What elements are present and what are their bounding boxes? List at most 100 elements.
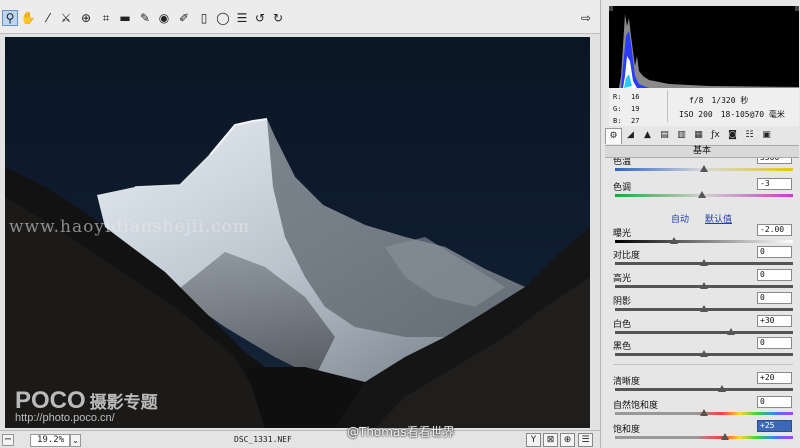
section-title-basic: 基本 [605, 145, 799, 158]
shadows-label: 阴影 [613, 297, 632, 307]
crop-icon[interactable]: ⌗ [98, 10, 114, 26]
highlights-label: 高光 [613, 274, 632, 284]
whites-thumb[interactable] [726, 328, 735, 335]
slider-row-temperature: 色温 5500 [605, 158, 799, 176]
temperature-field[interactable]: 5500 [757, 158, 792, 164]
tab-lens-corrections[interactable]: ▦ [690, 128, 707, 144]
temperature-thumb[interactable] [700, 165, 708, 172]
tab-tone-curve[interactable]: ◢ [622, 128, 639, 144]
poco-logo: POCO [15, 387, 86, 414]
slider-row-vibrance: 自然饱和度 0 [605, 396, 799, 420]
image-canvas[interactable]: www.haoyidianshejii.com POCO 摄影专题 http://… [0, 34, 600, 430]
tint-field[interactable]: -3 [757, 178, 792, 190]
temperature-label: 色温 [613, 158, 632, 167]
rotate-left-icon[interactable]: ↺ [252, 10, 268, 26]
blacks-thumb[interactable] [700, 350, 708, 357]
b-value: 27 [631, 117, 640, 125]
whites-label: 白色 [613, 320, 632, 330]
poco-url: http://photo.poco.cn/ [15, 412, 115, 424]
color-sampler-icon[interactable]: ⚔ [58, 10, 74, 26]
iso: ISO 200 [679, 110, 713, 119]
zoom-icon[interactable]: ⚲ [2, 10, 18, 26]
poco-watermark: POCO 摄影专题 http://photo.poco.cn/ [15, 387, 158, 424]
vibrance-thumb[interactable] [700, 409, 708, 416]
red-eye-icon[interactable]: ◉ [156, 10, 172, 26]
slider-row-contrast: 对比度 0 [605, 246, 799, 270]
contrast-label: 对比度 [613, 251, 641, 261]
auto-link[interactable]: 自动 [671, 212, 689, 225]
exposure-thumb[interactable] [669, 237, 678, 244]
g-value: 19 [631, 105, 640, 113]
clarity-label: 清晰度 [613, 377, 641, 387]
tab-camera-calibration[interactable]: ◙ [724, 128, 741, 144]
preferences-icon[interactable]: ☰ [234, 10, 250, 26]
rgb-readout: R: 16 G: 19 B: 27 [613, 93, 640, 125]
tab-snapshots[interactable]: ▣ [758, 128, 775, 144]
tint-thumb[interactable] [698, 191, 707, 198]
clarity-thumb[interactable] [717, 385, 726, 392]
before-after-copy-icon[interactable]: ⊕ [560, 433, 575, 447]
radial-filter-icon[interactable]: ◯ [215, 10, 231, 26]
watermark-url: www.haoyidianshejii.com [9, 217, 250, 237]
before-after-swap-icon[interactable]: ⊠ [543, 433, 558, 447]
spot-removal-icon[interactable]: ✎ [137, 10, 153, 26]
saturation-track[interactable] [615, 436, 793, 439]
tab-basic[interactable]: ⚙ [605, 128, 622, 144]
contrast-thumb[interactable] [700, 259, 708, 266]
zoom-out-button[interactable]: − [2, 434, 14, 446]
blacks-field[interactable]: 0 [757, 337, 792, 349]
vibrance-field[interactable]: 0 [757, 396, 792, 408]
tab-split-toning[interactable]: ▥ [673, 128, 690, 144]
poco-title: 摄影专题 [89, 393, 158, 413]
rotate-right-icon[interactable]: ↻ [270, 10, 286, 26]
hand-icon[interactable]: ✋ [20, 10, 36, 26]
slider-row-exposure: 曝光 -2.00 [605, 224, 799, 248]
slider-row-tint: 色调 -3 [605, 178, 799, 202]
slider-row-saturation: 饱和度 +25 [605, 420, 799, 444]
r-value: 16 [631, 93, 640, 101]
straighten-icon[interactable]: ▬ [117, 10, 133, 26]
lens: 18-105@70 毫米 [720, 110, 785, 119]
adjustment-panel: R: 16 G: 19 B: 27 f/8 1/320 秒 ISO 200 18-105@… [600, 0, 800, 448]
aperture: f/8 [689, 96, 704, 105]
tab-hsl[interactable]: ▤ [656, 128, 673, 144]
zoom-dropdown-icon[interactable]: ⌄ [70, 434, 81, 447]
contrast-field[interactable]: 0 [757, 246, 792, 258]
auto-default-row: 自动 默认值 [605, 212, 799, 225]
clarity-field[interactable]: +20 [757, 372, 792, 384]
basic-sliders: 色温 5500 色调 -3 自动 默认值 曝光 -2.00 [605, 158, 799, 448]
file-name: DSC_1331.NEF [234, 435, 292, 444]
status-bar: − 19.2% ⌄ DSC_1331.NEF @Thomas看看世界 Y ⊠ ⊕… [0, 425, 600, 448]
adjustment-brush-icon[interactable]: ✐ [176, 10, 192, 26]
graduated-filter-icon[interactable]: ▯ [196, 10, 212, 26]
saturation-thumb[interactable] [721, 433, 730, 440]
slider-row-clarity: 清晰度 +20 [605, 372, 799, 396]
target-adjust-icon[interactable]: ⊕ [78, 10, 94, 26]
before-after-y-icon[interactable]: Y [526, 433, 541, 447]
slider-row-shadows: 阴影 0 [605, 292, 799, 316]
export-icon[interactable]: ⇨ [578, 10, 594, 26]
whites-track[interactable] [615, 331, 793, 334]
highlights-field[interactable]: 0 [757, 269, 792, 281]
shadows-field[interactable]: 0 [757, 292, 792, 304]
tab-detail[interactable]: ▲ [639, 128, 656, 144]
credit-watermark: @Thomas看看世界 [347, 425, 455, 439]
exposure-track[interactable] [615, 240, 793, 243]
white-balance-icon[interactable]: ⁄ [40, 10, 56, 26]
slider-row-highlights: 高光 0 [605, 269, 799, 293]
info-divider [667, 90, 668, 122]
image-info: R: 16 G: 19 B: 27 f/8 1/320 秒 ISO 200 18-105@… [609, 88, 799, 126]
tab-effects[interactable]: ƒx [707, 128, 724, 144]
exposure-field[interactable]: -2.00 [757, 224, 792, 236]
saturation-field[interactable]: +25 [757, 420, 792, 432]
clarity-track[interactable] [615, 388, 793, 391]
zoom-level-field[interactable]: 19.2% [30, 434, 70, 447]
slider-row-whites: 白色 +30 [605, 315, 799, 339]
view-settings-icon[interactable]: ☰ [578, 433, 593, 447]
vibrance-label: 自然饱和度 [613, 401, 659, 411]
whites-field[interactable]: +30 [757, 315, 792, 327]
tab-presets[interactable]: ☷ [741, 128, 758, 144]
highlights-thumb[interactable] [700, 282, 708, 289]
shadows-thumb[interactable] [700, 305, 708, 312]
default-link[interactable]: 默认值 [705, 212, 732, 225]
